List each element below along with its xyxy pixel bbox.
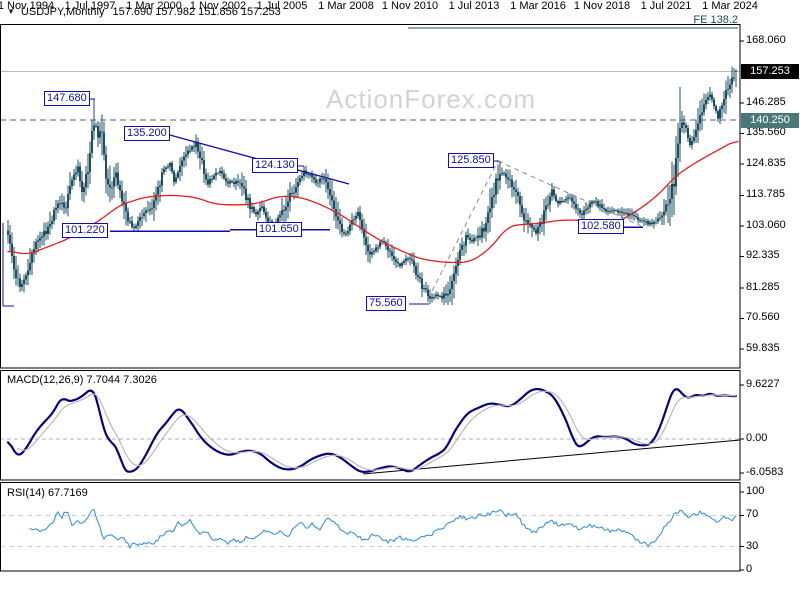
collapse-chart-icon[interactable]: ▼ bbox=[7, 7, 15, 16]
current-price-axis-label: 157.253 bbox=[741, 64, 799, 79]
level-price-axis-label: 140.250 bbox=[741, 113, 799, 128]
macd-indicator-label: MACD(12,26,9) 7.7044 7.3026 bbox=[7, 374, 157, 386]
mt4-chart-window: ActionForex.com 168.060 146.285 135.560 124… bbox=[0, 0, 800, 600]
ohlc-values: 157.690 157.982 151.856 157.253 bbox=[112, 6, 281, 18]
rsi-indicator-label: RSI(14) 67.7169 bbox=[7, 487, 88, 499]
chart-canvas[interactable] bbox=[0, 0, 800, 600]
symbol-timeframe-label: USDJPY,Monthly bbox=[20, 6, 105, 18]
chart-title-bar: ▼ USDJPY,Monthly 157.690 157.982 151.856 1… bbox=[7, 6, 281, 18]
fib-expansion-label[interactable]: FE 138.2 bbox=[688, 14, 738, 26]
